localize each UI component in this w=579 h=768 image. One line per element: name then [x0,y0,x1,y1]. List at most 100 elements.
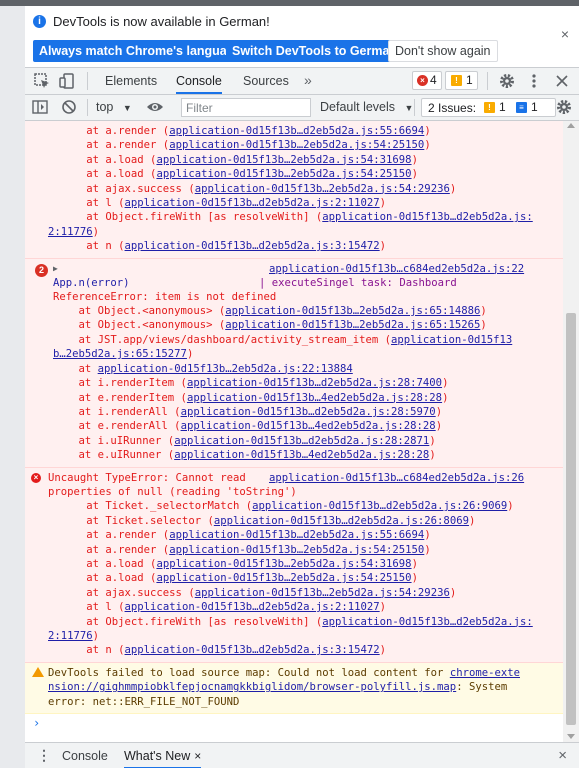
source-link[interactable]: application-0d15f13 [391,334,512,346]
close-tab-icon[interactable]: × [194,749,201,763]
source-link[interactable]: application-0d15f13b…4ed2eb5d2a.js:28:28 [187,392,442,404]
source-link[interactable]: application-0d15f13b…d2eb5d2a.js: [322,616,532,628]
stack-line: at e.renderItem (application-0d15f13b…4e… [53,391,563,405]
match-language-button[interactable]: Always match Chrome's language [33,40,248,62]
device-toolbar-icon[interactable] [58,72,76,90]
scroll-up-arrow-icon[interactable] [567,123,575,128]
stack-text: at JST.app/views/dashboard/activity_stre… [53,333,392,346]
stack-line: at a.render (application-0d15f13b…d2eb5d… [48,528,563,542]
source-link[interactable]: nsion://gighmmpiobklfepjocnamgkkbiglidom… [48,681,456,693]
stack-line: at ajax.success (application-0d15f13b…2e… [48,586,563,600]
sidebar-toggle-icon[interactable] [31,98,49,116]
stack-text: ) [411,153,418,166]
drawer-close-icon[interactable]: × [558,747,567,764]
source-link[interactable]: application-0d15f13b…c684ed2eb5d2a.js:26 [269,471,524,485]
source-link[interactable]: application-0d15f13b…2eb5d2a.js:54:31698 [156,154,411,166]
source-link[interactable]: application-0d15f13b…2eb5d2a.js:65:14886 [225,305,480,317]
source-link[interactable]: application-0d15f13b…d2eb5d2a.js:55:6694 [169,529,424,541]
settings-gear-icon[interactable] [498,72,516,90]
source-link[interactable]: application-0d15f13b…d2eb5d2a.js:28:5970 [181,406,436,418]
stack-line: at Object.<anonymous> (application-0d15f… [53,318,563,332]
source-link[interactable]: 2:11776 [48,226,93,238]
scrollbar-thumb[interactable] [566,313,576,725]
source-link[interactable]: application-0d15f13b…2eb5d2a.js:54:29236 [195,587,450,599]
group-task: | executeSingel task: Dashboard [259,276,457,289]
source-link[interactable]: application-0d15f13b…d2eb5d2a.js:2:11027 [125,601,380,613]
toolbar-divider [87,72,88,90]
source-link[interactable]: application-0d15f13b…2eb5d2a.js:54:29236 [195,183,450,195]
scroll-down-arrow-icon[interactable] [567,734,575,739]
stack-line: at a.render (application-0d15f13b…2eb5d2… [48,138,563,152]
warning-counter[interactable]: ! 1 [445,71,478,90]
log-levels-dropdown[interactable]: Default levels ▼ [320,95,413,120]
dont-show-again-button[interactable]: Don't show again [388,40,498,62]
error-icon: × [31,472,41,483]
console-settings-gear-icon[interactable] [555,98,573,116]
source-link[interactable]: application-0d15f13b…c684ed2eb5d2a.js:22 [269,262,524,276]
context-selector[interactable]: top ▼ [96,95,132,120]
stack-line: at i.renderItem (application-0d15f13b…d2… [53,376,563,390]
tab-sources[interactable]: Sources [243,68,289,94]
filter-input[interactable] [181,98,311,117]
source-link[interactable]: chrome-exte [450,667,520,679]
source-link[interactable]: application-0d15f13b…2eb5d2a.js:22:13884 [98,363,353,375]
source-link[interactable]: application-0d15f13b…d2eb5d2a.js:3:15472 [125,240,380,252]
drawer-tab-whats-new[interactable]: What's New × [124,743,202,768]
source-link[interactable]: application-0d15f13b…d2eb5d2a.js:26:8069 [214,515,469,527]
stack-text: at l ( [48,601,125,614]
stack-text: ) [449,182,457,195]
page-viewport-edge [0,6,25,768]
issues-button[interactable]: 2 Issues: ! 1 ≡ 1 [421,98,556,117]
stack-text: at Ticket.selector ( [48,514,214,527]
console-prompt-row[interactable]: › [25,714,563,734]
stack-text: at ajax.success ( [48,586,195,599]
more-tabs-button[interactable]: » [304,68,312,94]
stack-text: ReferenceError: item is not defined [53,290,277,303]
live-expression-eye-icon[interactable] [146,98,164,116]
source-link[interactable]: application-0d15f13b…d2eb5d2a.js:2:11027 [125,197,380,209]
stack-line: 2:11776) [48,629,563,643]
drawer-tab-console[interactable]: Console [62,743,108,768]
stack-line: at i.renderAll (application-0d15f13b…d2e… [53,405,563,419]
clear-console-icon[interactable] [60,98,78,116]
source-link[interactable]: application-0d15f13b…2eb5d2a.js:54:25150 [169,544,424,556]
source-link[interactable]: b…2eb5d2a.js:65:15277 [53,348,187,360]
stack-text: properties of null (reading 'toString') [48,485,297,498]
source-link[interactable]: application-0d15f13b…d2eb5d2a.js: [322,211,532,223]
stack-text: at i.uIRunner ( [53,434,175,447]
source-link[interactable]: application-0d15f13b…d2eb5d2a.js:26:9069 [252,500,507,512]
source-link[interactable]: application-0d15f13b…d2eb5d2a.js:55:6694 [169,125,424,137]
source-link[interactable]: application-0d15f13b…4ed2eb5d2a.js:28:28 [181,420,436,432]
close-devtools-icon[interactable] [553,72,571,90]
switch-german-button[interactable]: Switch DevTools to German [226,40,404,62]
stack-text: at a.render ( [48,125,170,137]
source-link[interactable]: application-0d15f13b…4ed2eb5d2a.js:28:28 [174,449,429,461]
source-link[interactable]: application-0d15f13b…2eb5d2a.js:54:25150 [156,572,411,584]
more-options-icon[interactable] [525,72,543,90]
expand-triangle-icon[interactable]: ▶ [53,262,58,276]
console-scrollbar[interactable] [563,121,579,742]
source-link[interactable]: 2:11776 [48,630,93,642]
source-link[interactable]: application-0d15f13b…2eb5d2a.js:65:15265 [225,319,480,331]
stack-text: : System [456,681,508,694]
error-icon: × [417,75,428,86]
drawer-menu-icon[interactable]: ⋮ [37,747,51,764]
source-link[interactable]: application-0d15f13b…2eb5d2a.js:54:25150 [156,168,411,180]
stack-text: at i.renderAll ( [53,405,181,418]
error-counter[interactable]: × 4 [412,71,442,90]
stack-text: at a.load ( [48,557,157,570]
stack-text: error: net::ERR_FILE_NOT_FOUND [48,695,240,708]
inspect-element-icon[interactable] [33,72,51,90]
stack-text: ) [435,420,443,433]
source-link[interactable]: application-0d15f13b…d2eb5d2a.js:28:7400 [187,377,442,389]
stack-text: ) [424,125,431,137]
source-link[interactable]: application-0d15f13b…2eb5d2a.js:54:31698 [156,558,411,570]
source-link[interactable]: application-0d15f13b…2eb5d2a.js:54:25150 [169,139,424,151]
stack-text: Uncaught TypeError: Cannot read [48,471,246,484]
source-link[interactable]: application-0d15f13b…d2eb5d2a.js:3:15472 [125,644,380,656]
tab-elements[interactable]: Elements [105,68,157,94]
source-link[interactable]: application-0d15f13b…d2eb5d2a.js:28:2871 [174,435,429,447]
tab-console[interactable]: Console [176,68,222,94]
stack-text: at Object.<anonymous> ( [53,305,226,318]
infobar-close-button[interactable]: × [561,26,569,42]
